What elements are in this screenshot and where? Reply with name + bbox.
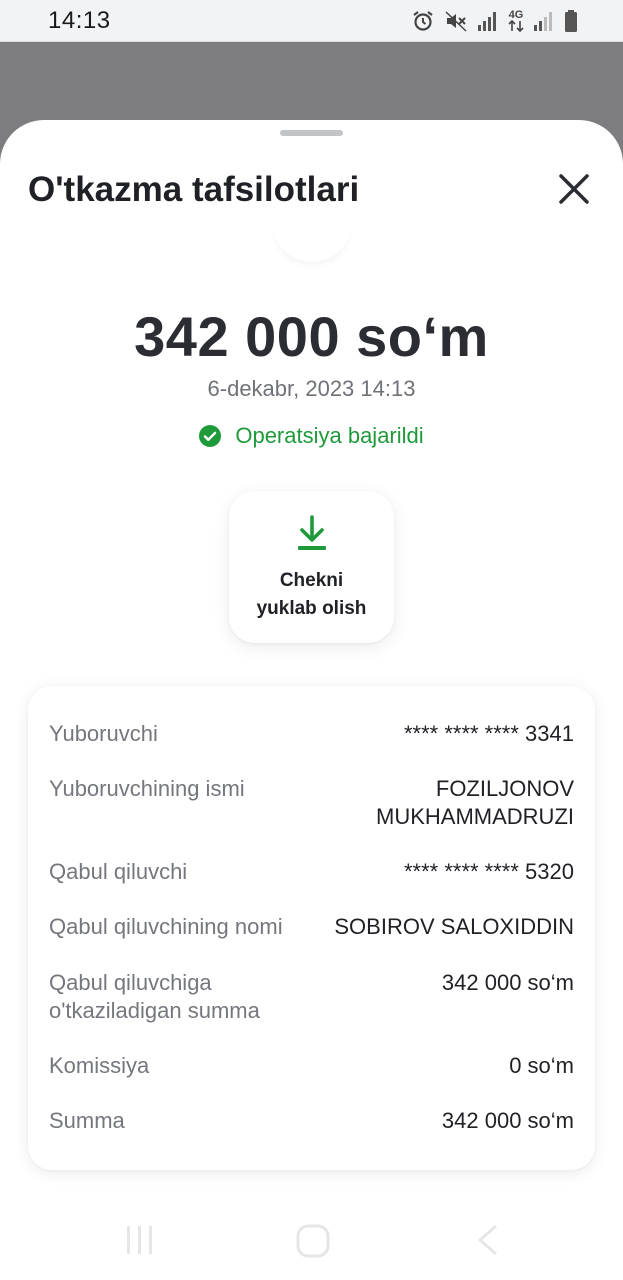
details-card: Yuboruvchi **** **** **** 3341 Yuboruvch…	[28, 686, 595, 1170]
home-icon[interactable]	[296, 1224, 330, 1263]
recent-apps-icon[interactable]	[125, 1224, 155, 1261]
detail-label: Komissiya	[49, 1053, 150, 1078]
detail-value: **** **** **** 5320	[403, 859, 574, 884]
detail-value: 342 000 so‘m	[441, 970, 574, 995]
detail-value: FOZILJONOV MUKHAMMADRUZI	[376, 776, 574, 829]
detail-value: **** **** **** 3341	[403, 721, 574, 746]
detail-label: Qabul qiluvchiga o'tkaziladigan summa	[49, 970, 260, 1023]
status-bar: 14:13 4G	[0, 0, 623, 42]
detail-label: Summa	[49, 1108, 125, 1133]
detail-label: Qabul qiluvchining nomi	[49, 914, 283, 939]
recipient-logo-placeholder	[272, 220, 352, 262]
detail-label: Yuboruvchi	[49, 721, 158, 746]
detail-value: 0 so‘m	[509, 1053, 574, 1078]
status-icons: 4G	[411, 9, 578, 33]
navigation-bar	[0, 1200, 623, 1280]
download-receipt-button[interactable]: Chekni yuklab olish	[229, 491, 394, 643]
network-label: 4G	[508, 8, 524, 21]
sheet-title: O'tkazma tafsilotlari	[28, 170, 360, 209]
transfer-amount: 342 000 so‘m	[134, 305, 489, 368]
transfer-date: 6-dekabr, 2023 14:13	[207, 376, 416, 401]
network-4g-icon: 4G	[508, 8, 524, 32]
drag-handle[interactable]	[280, 130, 343, 136]
status-text: Operatsiya bajarildi	[235, 423, 424, 448]
signal-icon	[477, 10, 499, 32]
detail-value: 342 000 so‘m	[441, 1108, 574, 1133]
download-receipt-label: Chekni yuklab olish	[256, 570, 367, 619]
operation-status: Operatsiya bajarildi	[0, 423, 623, 449]
mute-icon	[444, 9, 468, 33]
alarm-icon	[411, 9, 435, 33]
back-icon[interactable]	[476, 1224, 500, 1261]
download-icon	[297, 515, 326, 550]
check-circle-icon	[199, 425, 222, 447]
detail-label: Yuboruvchining ismi	[49, 776, 245, 801]
signal-weak-icon	[533, 10, 555, 32]
close-icon	[559, 174, 589, 204]
status-time: 14:13	[48, 6, 111, 34]
close-button[interactable]	[551, 166, 597, 212]
battery-icon	[564, 9, 578, 33]
detail-value: SOBIROV SALOXIDDIN	[334, 914, 574, 939]
detail-label: Qabul qiluvchi	[49, 859, 188, 884]
transfer-details-sheet: O'tkazma tafsilotlari 342 000 so‘m 6-dek…	[0, 120, 623, 1280]
